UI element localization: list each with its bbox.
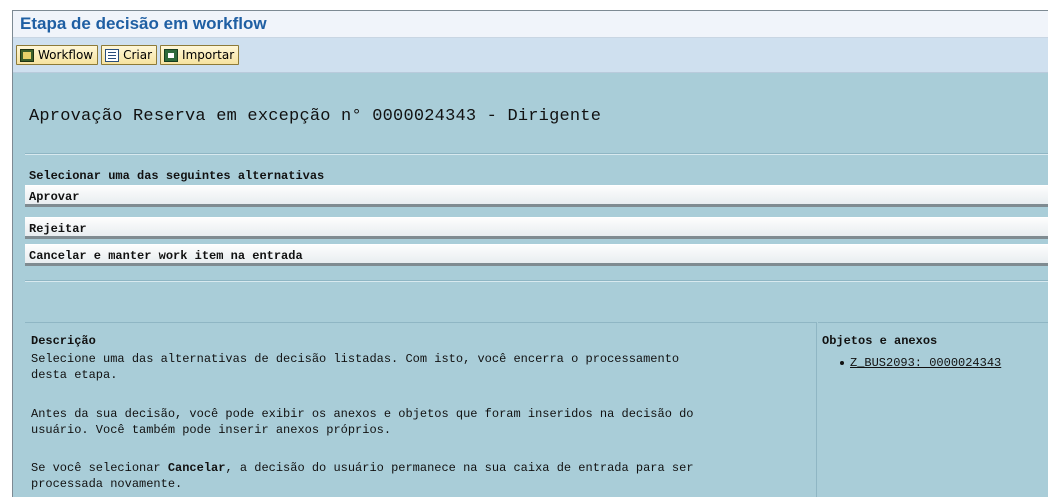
description-p3-suffix: , a decisão do usuário permanece na sua … [225, 461, 694, 475]
import-button[interactable]: Importar [160, 45, 240, 65]
description-p1-line2: desta etapa. [31, 368, 118, 382]
page-heading: Aprovação Reserva em excepção n° 0000024… [29, 107, 602, 126]
workflow-button-label: Workflow [38, 48, 94, 62]
description-p3-line2: processada novamente. [31, 477, 183, 491]
workflow-decision-window: Etapa de decisão em workflow Workflow Cr… [12, 10, 1048, 497]
heading-divider [25, 153, 1048, 155]
import-icon [164, 48, 179, 62]
description-p2-line2: usuário. Você também pode inserir anexos… [31, 423, 392, 437]
description-paragraph-1: Selecione uma das alternativas de decisã… [31, 351, 801, 383]
window-title: Etapa de decisão em workflow [20, 14, 267, 33]
import-button-label: Importar [182, 48, 235, 62]
option-reject[interactable]: Rejeitar [25, 217, 1048, 239]
description-p1-line1: Selecione uma das alternativas de decisã… [31, 352, 680, 366]
objects-title: Objetos e anexos [822, 334, 938, 348]
description-panel: Descrição Selecione uma das alternativas… [25, 322, 817, 497]
create-document-icon [105, 48, 120, 62]
application-toolbar: Workflow Criar Importar [13, 38, 1048, 73]
create-button-label: Criar [123, 48, 153, 62]
bullet-icon [840, 361, 844, 365]
create-button[interactable]: Criar [101, 45, 158, 65]
description-paragraph-2: Antes da sua decisão, você pode exibir o… [31, 406, 801, 438]
description-p3-bold: Cancelar [167, 461, 226, 475]
workflow-button[interactable]: Workflow [16, 45, 99, 65]
description-p3-line1: Se você selecionar Cancelar, a decisão d… [31, 460, 801, 476]
description-p2-line1: Antes da sua decisão, você pode exibir o… [31, 407, 694, 421]
object-link[interactable]: Z_BUS2093: 0000024343 [850, 356, 1001, 370]
workflow-icon [20, 48, 34, 62]
option-approve[interactable]: Aprovar [25, 185, 1048, 207]
description-title: Descrição [31, 334, 96, 348]
description-paragraph-3: Se você selecionar Cancelar, a decisão d… [31, 460, 801, 492]
option-cancel-keep[interactable]: Cancelar e manter work item na entrada [25, 244, 1048, 266]
object-list-item: Z_BUS2093: 0000024343 [840, 356, 1001, 370]
objects-panel: Objetos e anexos Z_BUS2093: 0000024343 [818, 322, 1048, 497]
alternatives-prompt: Selecionar uma das seguintes alternativa… [29, 169, 325, 183]
description-p3-prefix: Se você selecionar [31, 461, 168, 475]
title-bar: Etapa de decisão em workflow [13, 11, 1048, 38]
options-divider [25, 280, 1048, 282]
